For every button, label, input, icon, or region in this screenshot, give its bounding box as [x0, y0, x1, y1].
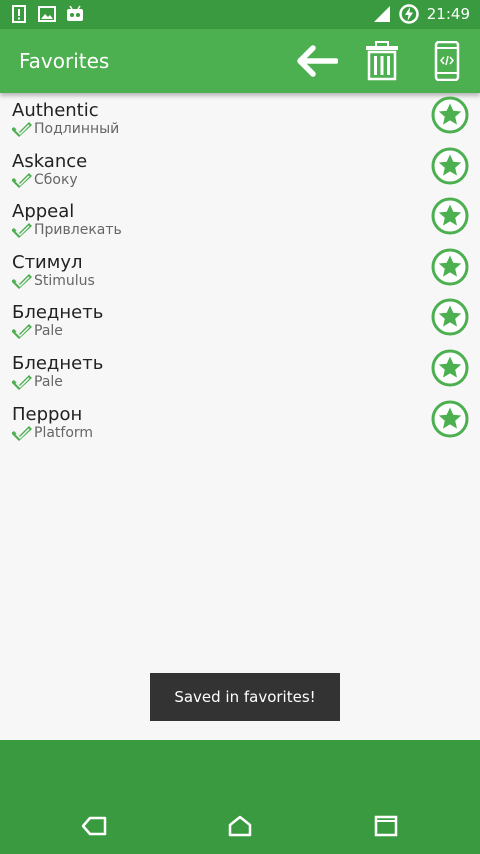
- device-code-button[interactable]: [432, 35, 462, 87]
- list-item[interactable]: Authentic Подлинный: [0, 95, 480, 146]
- favorites-list: Authentic Подлинный Askance Сбоку Appeal…: [0, 95, 480, 449]
- translation-text: Привлекать: [34, 222, 122, 239]
- trash-icon: [366, 41, 398, 81]
- translation-text: Platform: [34, 424, 94, 441]
- recents-icon: [374, 815, 398, 837]
- status-icons-right: 21:49: [373, 4, 470, 24]
- list-item[interactable]: Askance Сбоку: [0, 146, 480, 197]
- word-text: Перрон: [12, 403, 83, 425]
- double-check-icon: [12, 273, 32, 289]
- favorite-star-icon[interactable]: [431, 349, 469, 387]
- word-text: Authentic: [12, 100, 99, 121]
- status-icons-left: [10, 5, 84, 23]
- word-text: Askance: [12, 150, 88, 172]
- app-bar: Favorites: [0, 29, 480, 93]
- alert-icon: [12, 5, 26, 23]
- word-text: Стимул: [12, 251, 83, 273]
- double-check-icon: [12, 223, 32, 239]
- status-time: 21:49: [426, 5, 470, 23]
- translation-text: Подлинный: [34, 121, 120, 137]
- double-check-icon: [12, 324, 32, 340]
- battery-charging-icon: [399, 4, 419, 24]
- favorite-star-icon[interactable]: [431, 96, 469, 134]
- status-bar: 21:49: [0, 0, 480, 29]
- double-check-icon: [12, 374, 32, 390]
- favorite-star-icon[interactable]: [431, 248, 469, 286]
- toast-message: Saved in favorites!: [150, 673, 340, 721]
- signal-icon: [373, 6, 390, 22]
- double-check-icon: [12, 122, 32, 137]
- double-check-icon: [12, 172, 32, 188]
- favorite-star-icon[interactable]: [431, 298, 469, 336]
- delete-all-button[interactable]: [362, 35, 402, 87]
- back-button[interactable]: [294, 35, 340, 87]
- nav-home-button[interactable]: [225, 811, 255, 841]
- word-text: Бледнеть: [12, 302, 104, 324]
- navigation-bar: [0, 740, 480, 854]
- page-title: Favorites: [19, 49, 110, 73]
- list-item[interactable]: Appeal Привлекать: [0, 196, 480, 247]
- favorite-star-icon[interactable]: [431, 147, 469, 185]
- home-icon: [228, 815, 252, 837]
- word-text: Бледнеть: [12, 352, 104, 374]
- translation-text: Pale: [34, 323, 63, 340]
- nav-recents-button[interactable]: [371, 811, 401, 841]
- list-item[interactable]: Стимул Stimulus: [0, 247, 480, 298]
- list-item[interactable]: Бледнеть Pale: [0, 348, 480, 399]
- list-item[interactable]: Бледнеть Pale: [0, 297, 480, 348]
- nav-back-button[interactable]: [79, 811, 109, 841]
- android-icon: [67, 5, 83, 21]
- image-icon: [38, 6, 56, 22]
- back-arrow-icon: [297, 45, 338, 77]
- phone-code-icon: [434, 41, 460, 81]
- list-item[interactable]: Перрон Platform: [0, 399, 480, 450]
- word-text: Appeal: [12, 201, 75, 223]
- double-check-icon: [12, 425, 32, 441]
- translation-text: Pale: [34, 373, 63, 390]
- favorite-star-icon[interactable]: [431, 400, 469, 438]
- translation-text: Stimulus: [34, 272, 95, 289]
- back-icon: [81, 816, 107, 836]
- favorite-star-icon[interactable]: [431, 197, 469, 235]
- translation-text: Сбоку: [34, 171, 78, 188]
